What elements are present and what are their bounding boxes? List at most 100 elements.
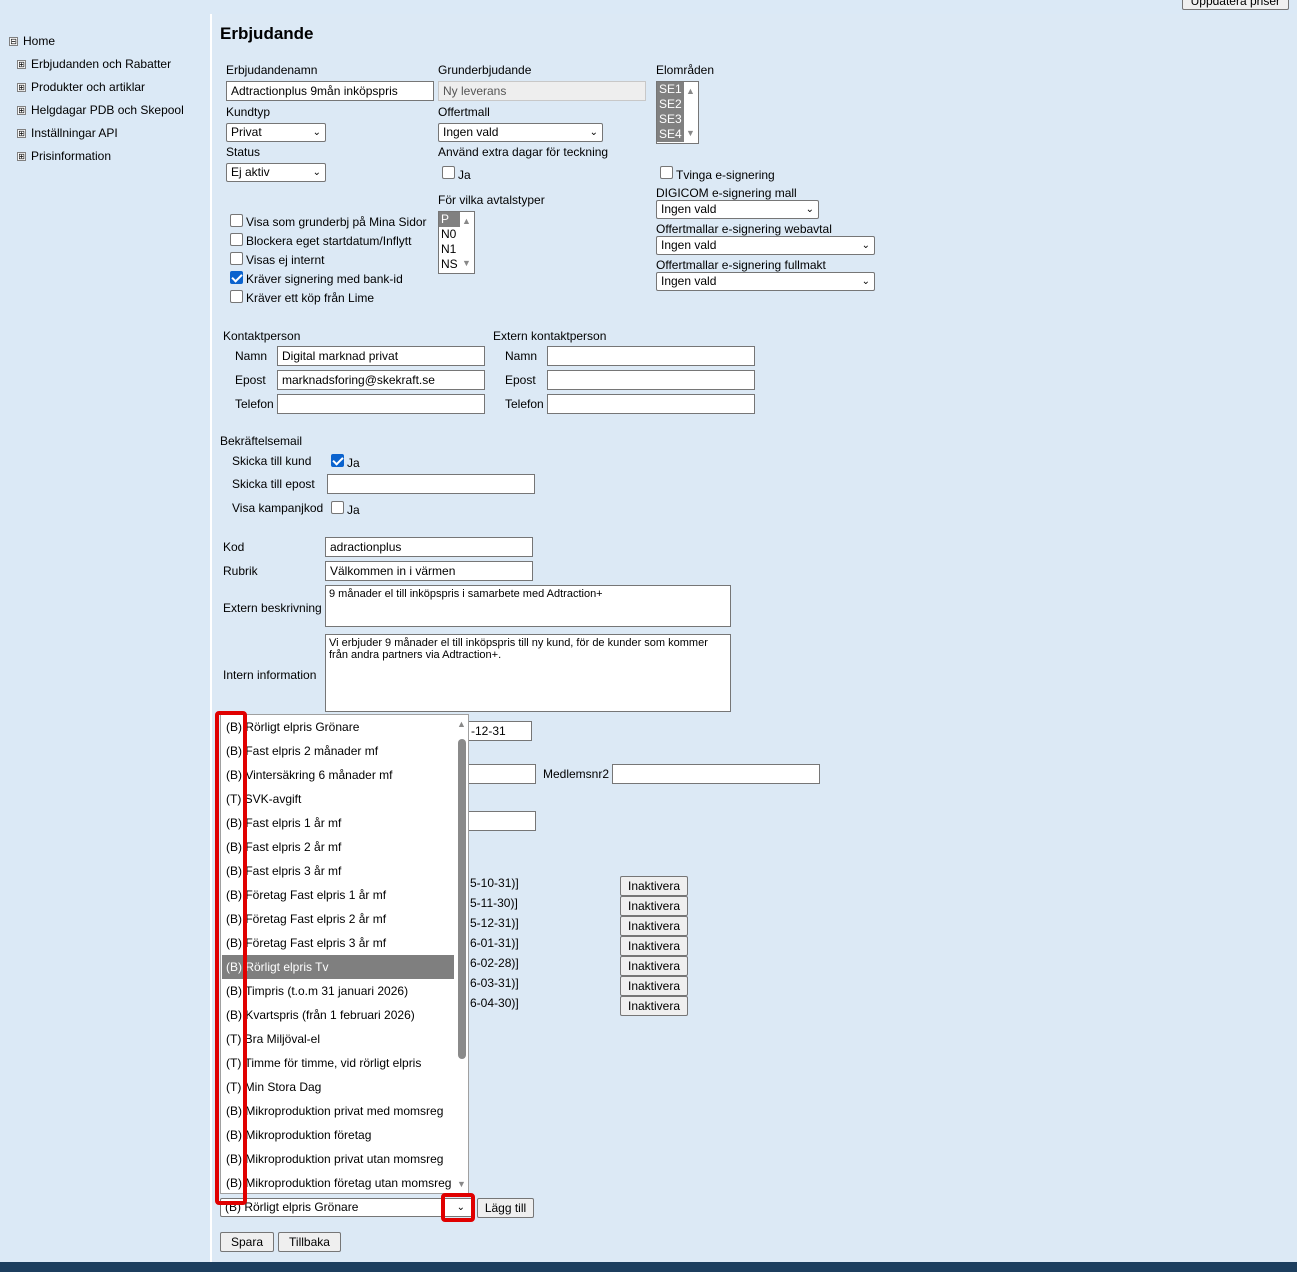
dropdown-option[interactable]: (B) Mikroproduktion företag xyxy=(222,1123,455,1147)
lime-checkbox[interactable] xyxy=(230,290,243,303)
extern-epost-input[interactable] xyxy=(547,370,755,390)
sidebar-item-produkter[interactable]: ⊞ Produkter och artiklar xyxy=(17,80,145,94)
dropdown-option[interactable]: (B) Företag Fast elpris 2 år mf xyxy=(222,907,455,931)
dropdown-option[interactable]: (B) Fast elpris 2 månader mf xyxy=(222,739,455,763)
erbjudandenamn-input[interactable]: Adtractionplus 9mån inköpspris xyxy=(226,81,434,101)
offertmall-select[interactable]: Ingen vald ⌄ xyxy=(438,123,603,142)
inaktivera-button[interactable]: Inaktivera xyxy=(620,876,688,896)
kundtyp-select[interactable]: Privat ⌄ xyxy=(226,123,326,142)
update-prices-button[interactable]: Uppdatera priser xyxy=(1181,0,1289,10)
kontakt-namn-input[interactable]: Digital marknad privat xyxy=(277,346,485,366)
dropdown-option[interactable]: (B) Timpris (t.o.m 31 januari 2026) xyxy=(222,979,455,1003)
kontakt-telefon-input[interactable] xyxy=(277,394,485,414)
scroll-down-icon[interactable]: ▼ xyxy=(686,126,695,141)
dropdown-option[interactable]: (B) Rörligt elpris Grönare xyxy=(222,715,455,739)
skicka-epost-input[interactable] xyxy=(327,474,535,494)
scroll-up-icon[interactable]: ▲ xyxy=(457,719,466,729)
grunderbjudande-input[interactable]: Ny leverans xyxy=(438,81,646,101)
elomraden-listbox[interactable]: SE1 SE2 SE3 SE4 ▲ ▼ xyxy=(656,81,699,144)
lime-label: Kräver ett köp från Lime xyxy=(246,291,375,305)
collapse-icon[interactable]: ⊟ xyxy=(9,36,18,46)
elomrade-option[interactable]: SE4 xyxy=(657,127,685,142)
intern-information-textarea[interactable]: Vi erbjuder 9 månader el till inköpspris… xyxy=(325,634,731,712)
skicka-kund-label: Skicka till kund xyxy=(232,454,312,468)
bankid-checkbox[interactable] xyxy=(230,271,243,284)
dropdown-option[interactable]: (T) Timme för timme, vid rörligt elpris xyxy=(222,1051,455,1075)
spara-button[interactable]: Spara xyxy=(220,1232,274,1252)
visas-ej-internt-label: Visas ej internt xyxy=(246,253,325,267)
dropdown-scrollbar[interactable]: ▲ ▼ xyxy=(454,715,468,1193)
visa-grunderbj-checkbox[interactable] xyxy=(230,214,243,227)
medlemsnr2-input[interactable] xyxy=(612,764,820,784)
lagg-till-button[interactable]: Lägg till xyxy=(477,1198,534,1218)
dropdown-option[interactable]: (B) Fast elpris 3 år mf xyxy=(222,859,455,883)
status-value: Ej aktiv xyxy=(231,165,270,179)
listbox-scrollbar[interactable]: ▲ ▼ xyxy=(684,82,698,143)
digicom-select[interactable]: Ingen vald ⌄ xyxy=(656,200,819,219)
dropdown-option[interactable]: (T) Min Stora Dag xyxy=(222,1075,455,1099)
dropdown-option[interactable]: (T) SVK-avgift xyxy=(222,787,455,811)
dropdown-option[interactable]: (B) Fast elpris 1 år mf xyxy=(222,811,455,835)
elomrade-option[interactable]: SE1 xyxy=(657,82,685,97)
kontakt-epost-input[interactable]: marknadsforing@skekraft.se xyxy=(277,370,485,390)
inaktivera-button[interactable]: Inaktivera xyxy=(620,956,688,976)
rubrik-input[interactable]: Välkommen in i värmen xyxy=(325,561,533,581)
webavtal-label: Offertmallar e-signering webavtal xyxy=(656,222,832,236)
sidebar-item-api[interactable]: ⊞ Inställningar API xyxy=(17,126,118,140)
sidebar-item-prisinformation[interactable]: ⊞ Prisinformation xyxy=(17,149,111,163)
scroll-up-icon[interactable]: ▲ xyxy=(686,84,695,99)
blockera-startdatum-checkbox[interactable] xyxy=(230,233,243,246)
elomrade-option[interactable]: SE2 xyxy=(657,97,685,112)
sidebar-item-helgdagar[interactable]: ⊞ Helgdagar PDB och Skepool xyxy=(17,103,184,117)
avtalstyper-listbox[interactable]: P N0 N1 NS ▲ ▼ xyxy=(438,211,475,274)
produkt-select[interactable]: (B) Rörligt elpris Grönare ⌄ xyxy=(220,1198,473,1217)
tvinga-esignering-checkbox[interactable] xyxy=(660,166,673,179)
extern-telefon-input[interactable] xyxy=(547,394,755,414)
expand-icon[interactable]: ⊞ xyxy=(17,151,26,161)
visas-ej-internt-checkbox[interactable] xyxy=(230,252,243,265)
scroll-down-icon[interactable]: ▼ xyxy=(462,256,471,271)
extra-dagar-checkbox[interactable] xyxy=(442,166,455,179)
inaktivera-button[interactable]: Inaktivera xyxy=(620,896,688,916)
expand-icon[interactable]: ⊞ xyxy=(17,105,26,115)
dropdown-option[interactable]: (B) Mikroproduktion privat med momsreg xyxy=(222,1099,455,1123)
skicka-kund-checkbox[interactable] xyxy=(331,454,344,467)
bekraftelsemail-heading: Bekräftelsemail xyxy=(220,434,303,448)
sidebar-item-erbjudanden[interactable]: ⊞ Erbjudanden och Rabatter xyxy=(17,57,171,71)
dropdown-option-highlighted[interactable]: (B) Rörligt elpris Tv xyxy=(222,955,455,979)
dropdown-option[interactable]: (B) Vintersäkring 6 månader mf xyxy=(222,763,455,787)
inaktivera-button[interactable]: Inaktivera xyxy=(620,996,688,1016)
dropdown-option[interactable]: (B) Mikroproduktion privat utan momsreg xyxy=(222,1147,455,1171)
dropdown-option[interactable]: (B) Företag Fast elpris 1 år mf xyxy=(222,883,455,907)
status-select[interactable]: Ej aktiv ⌄ xyxy=(226,163,326,182)
extern-namn-label: Namn xyxy=(505,349,538,363)
sidebar-item-home[interactable]: ⊟ Home xyxy=(9,34,55,48)
tillbaka-button[interactable]: Tillbaka xyxy=(278,1232,341,1252)
dropdown-option[interactable]: (B) Fast elpris 2 år mf xyxy=(222,835,455,859)
visa-kampanjkod-checkbox[interactable] xyxy=(331,501,344,514)
scrollbar-thumb[interactable] xyxy=(458,739,466,1059)
extern-kontaktperson-heading: Extern kontaktperson xyxy=(493,329,607,343)
scroll-down-icon[interactable]: ▼ xyxy=(457,1179,466,1189)
dropdown-option[interactable]: (B) Företag Fast elpris 3 år mf xyxy=(222,931,455,955)
elomrade-option[interactable]: SE3 xyxy=(657,112,685,127)
expand-icon[interactable]: ⊞ xyxy=(17,128,26,138)
expand-icon[interactable]: ⊞ xyxy=(17,82,26,92)
scroll-up-icon[interactable]: ▲ xyxy=(462,214,471,229)
dropdown-option[interactable]: (B) Kvartspris (från 1 februari 2026) xyxy=(222,1003,455,1027)
extern-beskrivning-textarea[interactable]: 9 månader el till inköpspris i samarbete… xyxy=(325,585,731,627)
inaktivera-button[interactable]: Inaktivera xyxy=(620,936,688,956)
sidebar-item-label: Home xyxy=(23,34,56,48)
listbox-scrollbar[interactable]: ▲ ▼ xyxy=(460,212,474,273)
period-text: 5-10-31)] xyxy=(470,876,519,890)
inaktivera-button[interactable]: Inaktivera xyxy=(620,976,688,996)
fullmakt-select[interactable]: Ingen vald ⌄ xyxy=(656,272,875,291)
dropdown-option[interactable]: (T) Bra Miljöval-el xyxy=(222,1027,455,1051)
webavtal-select[interactable]: Ingen vald ⌄ xyxy=(656,236,875,255)
kod-input[interactable]: adractionplus xyxy=(325,537,533,557)
dropdown-option[interactable]: (B) Mikroproduktion företag utan momsreg xyxy=(222,1171,455,1193)
extern-namn-input[interactable] xyxy=(547,346,755,366)
expand-icon[interactable]: ⊞ xyxy=(17,59,26,69)
produkt-dropdown-list[interactable]: (B) Rörligt elpris Grönare (B) Fast elpr… xyxy=(220,714,469,1194)
inaktivera-button[interactable]: Inaktivera xyxy=(620,916,688,936)
